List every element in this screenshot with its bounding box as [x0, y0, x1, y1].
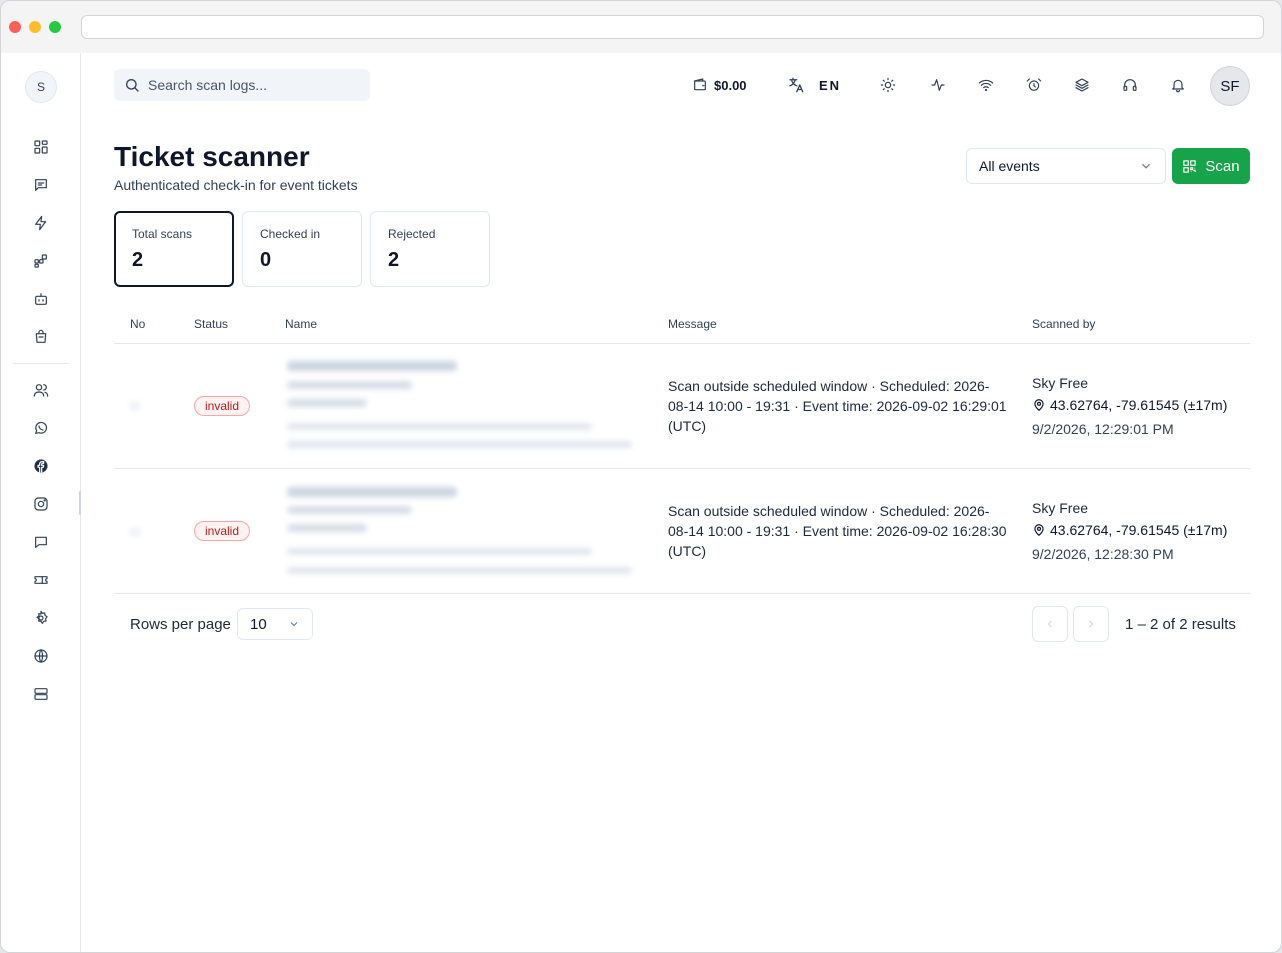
bolt-icon[interactable] — [31, 213, 51, 233]
inbox-icon[interactable] — [31, 327, 51, 347]
apps-icon[interactable] — [31, 251, 51, 271]
stat-value: 2 — [388, 249, 400, 271]
globe-icon[interactable] — [31, 646, 51, 666]
browser-titlebar — [1, 1, 1281, 53]
row-number-redacted — [129, 401, 141, 411]
stat-label: Total scans — [132, 227, 193, 241]
map-pin-icon — [1034, 399, 1044, 412]
stat-value: 2 — [132, 249, 144, 271]
instagram-icon[interactable] — [31, 494, 51, 514]
stat-value: 0 — [260, 249, 272, 271]
wifi-icon[interactable] — [978, 75, 994, 95]
sidebar-divider — [13, 363, 69, 364]
search-input[interactable] — [148, 77, 358, 93]
wallet-balance[interactable]: $0.00 — [692, 75, 747, 95]
bot-icon[interactable] — [31, 289, 51, 309]
chevron-down-icon — [290, 622, 298, 627]
location-text: 43.62764, -79.61545 (±17m) — [1050, 522, 1228, 538]
user-avatar[interactable]: SF — [1210, 66, 1250, 106]
chevron-left-icon — [1047, 620, 1052, 628]
close-window-button[interactable] — [9, 21, 21, 33]
next-page-button[interactable] — [1073, 606, 1109, 642]
event-filter-select[interactable]: All events — [966, 148, 1166, 184]
search-icon — [126, 79, 139, 92]
table-divider — [114, 468, 1250, 469]
chat-icon[interactable] — [31, 532, 51, 552]
table-divider — [114, 343, 1250, 344]
sidebar: S — [1, 53, 81, 952]
users-icon[interactable] — [31, 380, 51, 400]
scanner-name: Sky Free — [1032, 375, 1089, 391]
chevron-down-icon — [1142, 163, 1150, 169]
headset-icon[interactable] — [1122, 75, 1138, 95]
stat-total-scans[interactable]: Total scans 2 — [114, 211, 234, 287]
wallet-icon — [694, 78, 706, 91]
page-subtitle: Authenticated check-in for event tickets — [114, 177, 358, 193]
ticket-icon[interactable] — [31, 570, 51, 590]
settings-icon[interactable] — [31, 608, 51, 628]
scan-button[interactable]: Scan — [1172, 148, 1250, 184]
status-badge: invalid — [194, 521, 251, 541]
app-window: S $0.00 EN SF Ticket scanner A — [0, 0, 1282, 953]
rows-per-page-label: Rows per page — [130, 616, 231, 633]
layers-icon[interactable] — [1074, 75, 1090, 95]
maximize-window-button[interactable] — [49, 21, 61, 33]
column-header-status[interactable]: Status — [194, 317, 228, 331]
search-bar — [114, 69, 370, 101]
rows-per-page-value: 10 — [250, 615, 267, 633]
column-header-message[interactable]: Message — [668, 317, 717, 331]
minimize-window-button[interactable] — [29, 21, 41, 33]
dashboard-icon[interactable] — [31, 137, 51, 157]
language-label: EN — [819, 77, 842, 93]
map-pin-icon — [1034, 524, 1044, 537]
stat-label: Rejected — [388, 227, 436, 241]
previous-page-button[interactable] — [1032, 606, 1068, 642]
table-divider — [114, 593, 1250, 594]
pagination-summary: 1 – 2 of 2 results — [1125, 616, 1236, 633]
whatsapp-icon[interactable] — [31, 418, 51, 438]
address-bar[interactable] — [81, 15, 1264, 39]
scan-location[interactable]: 43.62764, -79.61545 (±17m) — [1032, 397, 1227, 413]
location-text: 43.62764, -79.61545 (±17m) — [1050, 397, 1228, 413]
server-icon[interactable] — [31, 684, 51, 704]
stat-rejected[interactable]: Rejected 2 — [370, 211, 490, 287]
messages-icon[interactable] — [31, 175, 51, 195]
page-title: Ticket scanner — [114, 141, 310, 172]
alarm-icon[interactable] — [1026, 75, 1042, 95]
sidebar-scroll-indicator — [79, 491, 81, 515]
balance-text: $0.00 — [714, 77, 747, 93]
activity-icon[interactable] — [930, 75, 946, 95]
qr-code-icon — [1183, 159, 1197, 173]
translate-icon — [789, 77, 804, 93]
language-switcher[interactable]: EN — [787, 75, 841, 95]
sun-icon[interactable] — [880, 75, 896, 95]
scan-time: 9/2/2026, 12:29:01 PM — [1032, 421, 1174, 437]
scan-location[interactable]: 43.62764, -79.61545 (±17m) — [1032, 522, 1227, 538]
stat-checked-in[interactable]: Checked in 0 — [242, 211, 362, 287]
row-number-redacted — [129, 527, 141, 537]
column-header-name[interactable]: Name — [285, 317, 317, 331]
rows-per-page-select[interactable]: 10 — [237, 608, 313, 640]
scan-message: Scan outside scheduled window · Schedule… — [668, 378, 1007, 434]
workspace-avatar[interactable]: S — [25, 71, 57, 103]
scanner-name: Sky Free — [1032, 500, 1089, 516]
column-header-scanned-by[interactable]: Scanned by — [1032, 317, 1095, 331]
stat-label: Checked in — [260, 227, 321, 241]
status-badge: invalid — [194, 396, 251, 416]
bell-icon[interactable] — [1170, 75, 1186, 95]
scan-message: Scan outside scheduled window · Schedule… — [668, 503, 1007, 559]
event-filter-value: All events — [979, 158, 1040, 174]
scan-time: 9/2/2026, 12:28:30 PM — [1032, 546, 1174, 562]
column-header-no[interactable]: No — [130, 317, 145, 331]
facebook-icon[interactable] — [31, 456, 51, 476]
scan-button-label: Scan — [1205, 157, 1240, 175]
chevron-right-icon — [1089, 620, 1094, 628]
